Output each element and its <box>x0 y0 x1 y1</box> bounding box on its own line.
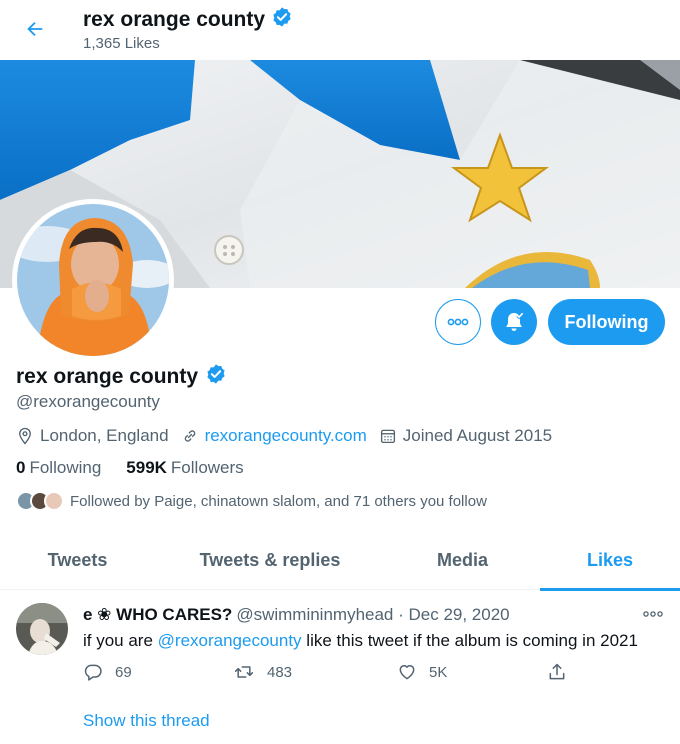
reply-button[interactable]: 69 <box>83 662 132 682</box>
reply-icon <box>84 664 102 681</box>
tweet-date[interactable]: Dec 29, 2020 <box>409 605 510 625</box>
profile-avatar[interactable] <box>12 199 174 361</box>
tweet-text: if you are @rexorangecounty like this tw… <box>83 631 638 651</box>
followed-by[interactable]: Followed by Paige, chinatown slalom, and… <box>16 491 487 511</box>
tweet-header: e ❀ WHO CARES? @swimmininmyhead · Dec 29… <box>83 605 510 625</box>
tab-tweets[interactable]: Tweets <box>0 530 155 590</box>
like-count: 5K <box>429 663 448 681</box>
location-pin-icon <box>19 427 31 445</box>
following-label: Following <box>29 458 102 477</box>
joined-text: Joined August 2015 <box>402 426 553 445</box>
profile-meta: London, England rexorangecounty.com Join… <box>16 424 564 448</box>
more-dots-icon <box>643 611 663 617</box>
location-text: London, England <box>40 426 169 445</box>
followers-count: 599K <box>126 458 167 477</box>
tweet-avatar-image <box>16 603 68 655</box>
back-arrow-icon[interactable] <box>20 14 50 44</box>
tab-media[interactable]: Media <box>385 530 540 590</box>
reply-count: 69 <box>115 663 132 681</box>
location: London, England <box>16 426 169 446</box>
website-link[interactable]: rexorangecounty.com <box>205 426 367 446</box>
more-dots-icon <box>447 318 469 326</box>
tweet-actions: 69 483 5K <box>83 662 583 686</box>
tweet-more-button[interactable] <box>641 604 665 624</box>
tweet-text-after: like this tweet if the album is coming i… <box>301 631 638 650</box>
profile-tabs: Tweets Tweets & replies Media Likes <box>0 530 680 591</box>
more-options-button[interactable] <box>435 299 481 345</box>
retweet-icon <box>234 666 254 678</box>
verified-badge-icon <box>205 363 227 391</box>
joined-date: Joined August 2015 <box>379 426 552 446</box>
followed-by-text: Followed by Paige, chinatown slalom, and… <box>70 492 487 510</box>
followed-by-avatars <box>16 491 64 511</box>
top-bar: rex orange county 1,365 Likes <box>0 0 680 60</box>
link-icon <box>184 430 195 442</box>
followers-count-link[interactable]: 599K Followers <box>126 458 243 478</box>
retweet-count: 483 <box>267 663 293 681</box>
tab-tweets-replies[interactable]: Tweets & replies <box>155 530 385 590</box>
followers-label: Followers <box>170 458 244 477</box>
show-thread-link[interactable]: Show this thread <box>83 711 210 731</box>
share-icon <box>549 663 565 680</box>
bell-check-icon <box>506 312 524 331</box>
tweet-author-name[interactable]: e ❀ WHO CARES? <box>83 605 232 625</box>
mini-avatar <box>44 491 64 511</box>
page-title: rex orange county <box>83 6 293 34</box>
tweet-mention-link[interactable]: @rexorangecounty <box>158 631 302 650</box>
like-button[interactable]: 5K <box>397 662 447 682</box>
following-count: 0 <box>16 458 26 477</box>
tweet-text-before: if you are <box>83 631 158 650</box>
share-button[interactable] <box>547 662 567 682</box>
tweet-separator: · <box>393 605 409 624</box>
website: rexorangecounty.com <box>181 426 367 446</box>
tweet-author-handle[interactable]: @swimmininmyhead <box>236 605 393 625</box>
profile-handle: @rexorangecounty <box>16 392 160 411</box>
likes-count: 1,365 Likes <box>83 35 160 52</box>
heart-icon <box>399 665 415 680</box>
calendar-icon <box>380 429 395 444</box>
tab-likes[interactable]: Likes <box>540 530 680 591</box>
page-title-text: rex orange county <box>83 8 266 31</box>
verified-badge-icon <box>271 6 293 34</box>
profile-name: rex orange county <box>16 363 227 391</box>
profile-name-text: rex orange county <box>16 365 199 388</box>
notifications-button[interactable] <box>491 299 537 345</box>
retweet-button[interactable]: 483 <box>233 662 292 682</box>
tweet-author-avatar[interactable] <box>16 603 68 655</box>
following-count-link[interactable]: 0 Following <box>16 458 101 478</box>
following-button[interactable]: Following <box>548 299 665 345</box>
avatar-image <box>17 204 169 356</box>
follow-counts: 0 Following 599K Followers <box>16 458 244 478</box>
